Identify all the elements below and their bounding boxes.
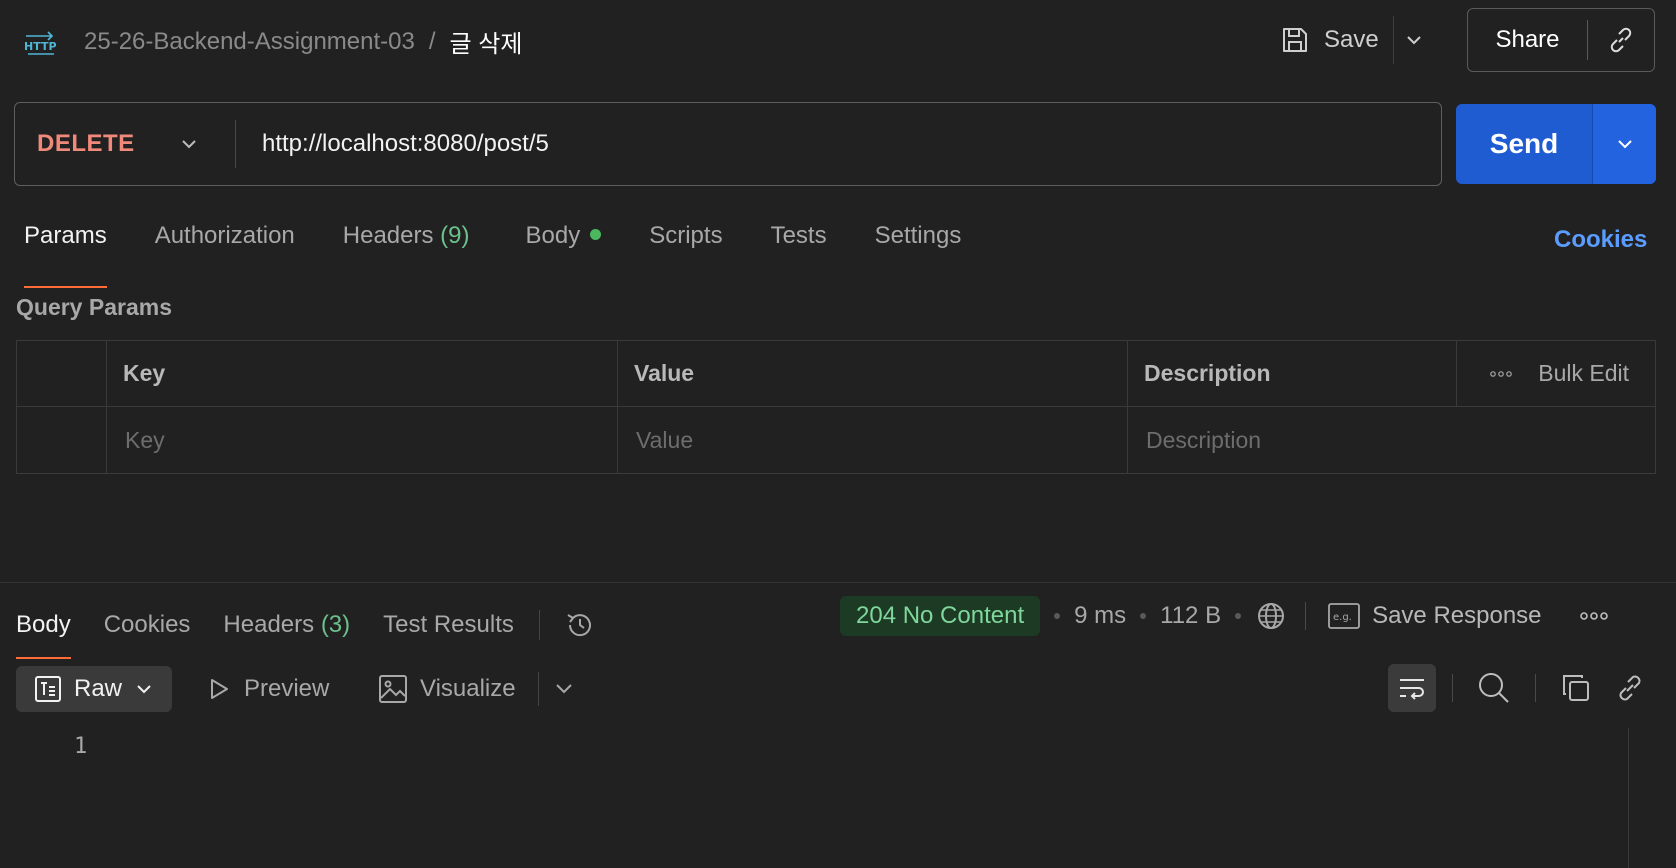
row-checkbox-cell xyxy=(17,407,107,473)
table-header-row: Key Value Description Bulk Edit xyxy=(17,341,1655,407)
response-tab-cookies[interactable]: Cookies xyxy=(104,611,191,639)
request-tabs: Params Authorization Headers (9) Body Sc… xyxy=(24,216,1009,288)
link-icon xyxy=(1606,25,1636,55)
url-bar: DELETE http://localhost:8080/post/5 xyxy=(14,102,1442,186)
format-label: Raw xyxy=(74,675,123,702)
pane-divider[interactable] xyxy=(0,582,1676,583)
breadcrumb: 25-26-Backend-Assignment-03 / 글 삭제 xyxy=(84,24,522,59)
query-params-title: Query Params xyxy=(16,294,172,320)
wrap-lines-button[interactable] xyxy=(1388,664,1436,712)
save-button[interactable]: Save xyxy=(1280,25,1393,55)
description-input[interactable]: Description xyxy=(1128,407,1655,473)
body-indicator-dot xyxy=(590,229,602,241)
save-icon xyxy=(1280,25,1310,55)
tab-body[interactable]: Body xyxy=(526,216,602,272)
tab-scripts[interactable]: Scripts xyxy=(649,216,722,272)
response-headers-count: (3) xyxy=(320,611,351,638)
visualize-button[interactable]: Visualize xyxy=(378,668,516,710)
chevron-down-icon xyxy=(1615,134,1635,154)
send-group: Send xyxy=(1456,104,1656,184)
globe-icon[interactable] xyxy=(1255,600,1287,632)
divider xyxy=(1305,602,1307,630)
breadcrumb-collection[interactable]: 25-26-Backend-Assignment-03 xyxy=(84,28,415,56)
separator-dot xyxy=(1235,613,1242,619)
cookies-link[interactable]: Cookies xyxy=(1554,226,1647,254)
divider xyxy=(538,610,540,640)
divider xyxy=(1452,674,1453,702)
search-icon xyxy=(1476,670,1512,706)
response-size[interactable]: 112 B xyxy=(1160,602,1221,630)
chevron-down-icon xyxy=(1404,30,1424,50)
tab-params[interactable]: Params xyxy=(24,216,107,288)
save-response-button[interactable]: e.g. Save Response xyxy=(1328,602,1542,630)
checkbox-column xyxy=(17,341,107,406)
tab-tests[interactable]: Tests xyxy=(771,216,827,272)
breadcrumb-separator: / xyxy=(428,27,436,55)
response-tab-body[interactable]: Body xyxy=(16,611,71,659)
status-badge[interactable]: 204 No Content xyxy=(840,596,1041,636)
separator-dot xyxy=(1140,613,1147,619)
link-icon xyxy=(1614,672,1646,704)
svg-text:HTTP: HTTP xyxy=(24,40,57,53)
preview-label: Preview xyxy=(244,675,330,702)
scrollbar[interactable] xyxy=(1628,728,1656,868)
line-number: 1 xyxy=(74,734,88,759)
svg-text:e.g.: e.g. xyxy=(1333,612,1352,623)
send-button[interactable]: Send xyxy=(1456,104,1592,184)
method-select[interactable]: DELETE xyxy=(15,103,235,185)
value-input[interactable]: Value xyxy=(618,407,1128,473)
chevron-down-icon xyxy=(134,679,154,699)
column-key: Key xyxy=(107,341,618,406)
tab-authorization[interactable]: Authorization xyxy=(155,216,295,272)
copy-icon xyxy=(1560,672,1592,704)
share-group: Share xyxy=(1467,8,1655,72)
response-tabs: Body Cookies Headers (3) Test Results xyxy=(16,602,596,659)
method-label: DELETE xyxy=(37,130,135,157)
search-button[interactable] xyxy=(1476,670,1512,706)
table-actions: Bulk Edit xyxy=(1457,341,1655,406)
history-icon[interactable] xyxy=(564,609,596,641)
chevron-down-icon xyxy=(179,134,199,154)
url-input[interactable]: http://localhost:8080/post/5 xyxy=(236,130,1441,158)
copy-link-button[interactable] xyxy=(1614,672,1646,704)
column-value: Value xyxy=(618,341,1128,406)
tab-settings[interactable]: Settings xyxy=(875,216,962,272)
chevron-down-icon xyxy=(552,676,576,700)
image-icon xyxy=(378,674,408,704)
copy-button[interactable] xyxy=(1560,672,1592,704)
key-input[interactable]: Key xyxy=(107,407,618,473)
bulk-edit-button[interactable]: Bulk Edit xyxy=(1538,360,1629,387)
save-menu-button[interactable] xyxy=(1394,30,1434,50)
response-tab-headers[interactable]: Headers (3) xyxy=(223,611,350,639)
save-label: Save xyxy=(1324,26,1379,53)
response-tab-test-results[interactable]: Test Results xyxy=(383,611,514,639)
visualize-menu-button[interactable] xyxy=(552,676,576,700)
column-description: Description xyxy=(1128,341,1457,406)
request-name[interactable]: 글 삭제 xyxy=(450,24,523,59)
divider xyxy=(1535,674,1536,702)
raw-text-icon xyxy=(34,675,62,703)
example-icon: e.g. xyxy=(1328,603,1360,629)
wrap-icon xyxy=(1397,673,1427,703)
send-menu-button[interactable] xyxy=(1593,104,1656,184)
table-row: Key Value Description xyxy=(17,407,1655,473)
save-group: Save xyxy=(1280,16,1434,64)
response-meta: 204 No Content 9 ms 112 B e.g. Save Resp… xyxy=(840,596,1608,636)
separator-dot xyxy=(1054,613,1061,619)
more-options-icon[interactable] xyxy=(1579,611,1608,621)
headers-count: (9) xyxy=(440,222,470,249)
preview-button[interactable]: Preview xyxy=(206,668,329,710)
play-icon xyxy=(206,676,232,702)
share-button[interactable]: Share xyxy=(1468,26,1587,54)
tab-headers[interactable]: Headers (9) xyxy=(343,216,470,272)
http-icon: HTTP xyxy=(22,22,58,58)
format-select[interactable]: Raw xyxy=(16,666,172,712)
response-time[interactable]: 9 ms xyxy=(1074,602,1126,630)
copy-link-button[interactable] xyxy=(1588,25,1654,55)
visualize-label: Visualize xyxy=(420,675,516,702)
params-table: Key Value Description Bulk Edit Key Valu… xyxy=(16,340,1656,474)
more-options-icon[interactable] xyxy=(1490,369,1513,379)
divider xyxy=(538,672,539,706)
save-response-label: Save Response xyxy=(1372,602,1542,629)
